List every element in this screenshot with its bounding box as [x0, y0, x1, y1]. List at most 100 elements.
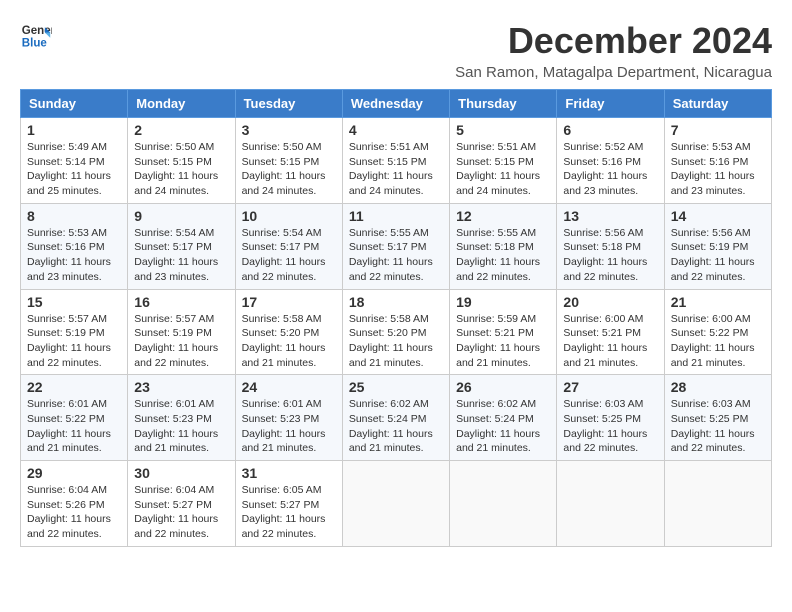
day-number: 17 — [242, 294, 336, 310]
day-number: 16 — [134, 294, 228, 310]
column-header-friday: Friday — [557, 90, 664, 118]
day-detail: Sunrise: 5:50 AM Sunset: 5:15 PM Dayligh… — [242, 140, 336, 199]
calendar-week-row: 8 Sunrise: 5:53 AM Sunset: 5:16 PM Dayli… — [21, 203, 772, 289]
calendar-cell: 1 Sunrise: 5:49 AM Sunset: 5:14 PM Dayli… — [21, 118, 128, 204]
day-number: 11 — [349, 208, 443, 224]
day-number: 26 — [456, 379, 550, 395]
day-number: 30 — [134, 465, 228, 481]
day-detail: Sunrise: 5:57 AM Sunset: 5:19 PM Dayligh… — [27, 312, 121, 371]
day-number: 8 — [27, 208, 121, 224]
day-number: 9 — [134, 208, 228, 224]
calendar-cell: 5 Sunrise: 5:51 AM Sunset: 5:15 PM Dayli… — [450, 118, 557, 204]
day-number: 10 — [242, 208, 336, 224]
day-detail: Sunrise: 6:01 AM Sunset: 5:23 PM Dayligh… — [134, 397, 228, 456]
day-detail: Sunrise: 5:55 AM Sunset: 5:18 PM Dayligh… — [456, 226, 550, 285]
day-detail: Sunrise: 6:05 AM Sunset: 5:27 PM Dayligh… — [242, 483, 336, 542]
calendar-cell: 14 Sunrise: 5:56 AM Sunset: 5:19 PM Dayl… — [664, 203, 771, 289]
calendar-cell: 12 Sunrise: 5:55 AM Sunset: 5:18 PM Dayl… — [450, 203, 557, 289]
day-number: 14 — [671, 208, 765, 224]
day-number: 12 — [456, 208, 550, 224]
month-title: December 2024 — [455, 20, 772, 62]
day-detail: Sunrise: 5:53 AM Sunset: 5:16 PM Dayligh… — [671, 140, 765, 199]
day-detail: Sunrise: 5:53 AM Sunset: 5:16 PM Dayligh… — [27, 226, 121, 285]
calendar-cell — [664, 461, 771, 547]
day-number: 22 — [27, 379, 121, 395]
day-number: 5 — [456, 122, 550, 138]
column-header-thursday: Thursday — [450, 90, 557, 118]
column-header-sunday: Sunday — [21, 90, 128, 118]
calendar-cell: 30 Sunrise: 6:04 AM Sunset: 5:27 PM Dayl… — [128, 461, 235, 547]
day-number: 29 — [27, 465, 121, 481]
calendar-cell: 16 Sunrise: 5:57 AM Sunset: 5:19 PM Dayl… — [128, 289, 235, 375]
day-number: 28 — [671, 379, 765, 395]
calendar-cell: 2 Sunrise: 5:50 AM Sunset: 5:15 PM Dayli… — [128, 118, 235, 204]
day-detail: Sunrise: 6:04 AM Sunset: 5:27 PM Dayligh… — [134, 483, 228, 542]
day-detail: Sunrise: 5:58 AM Sunset: 5:20 PM Dayligh… — [349, 312, 443, 371]
calendar-cell: 15 Sunrise: 5:57 AM Sunset: 5:19 PM Dayl… — [21, 289, 128, 375]
logo-icon: General Blue — [20, 20, 52, 52]
day-detail: Sunrise: 5:55 AM Sunset: 5:17 PM Dayligh… — [349, 226, 443, 285]
calendar-cell: 29 Sunrise: 6:04 AM Sunset: 5:26 PM Dayl… — [21, 461, 128, 547]
calendar-cell: 9 Sunrise: 5:54 AM Sunset: 5:17 PM Dayli… — [128, 203, 235, 289]
day-detail: Sunrise: 6:01 AM Sunset: 5:22 PM Dayligh… — [27, 397, 121, 456]
calendar-cell: 19 Sunrise: 5:59 AM Sunset: 5:21 PM Dayl… — [450, 289, 557, 375]
header: General Blue December 2024 San Ramon, Ma… — [20, 20, 772, 81]
day-detail: Sunrise: 6:03 AM Sunset: 5:25 PM Dayligh… — [563, 397, 657, 456]
day-detail: Sunrise: 5:54 AM Sunset: 5:17 PM Dayligh… — [134, 226, 228, 285]
calendar-cell: 3 Sunrise: 5:50 AM Sunset: 5:15 PM Dayli… — [235, 118, 342, 204]
day-number: 3 — [242, 122, 336, 138]
day-detail: Sunrise: 6:02 AM Sunset: 5:24 PM Dayligh… — [456, 397, 550, 456]
calendar-cell: 7 Sunrise: 5:53 AM Sunset: 5:16 PM Dayli… — [664, 118, 771, 204]
column-header-saturday: Saturday — [664, 90, 771, 118]
calendar: SundayMondayTuesdayWednesdayThursdayFrid… — [20, 89, 772, 547]
day-detail: Sunrise: 6:00 AM Sunset: 5:21 PM Dayligh… — [563, 312, 657, 371]
day-detail: Sunrise: 5:56 AM Sunset: 5:19 PM Dayligh… — [671, 226, 765, 285]
svg-text:Blue: Blue — [22, 38, 48, 50]
title-area: December 2024 San Ramon, Matagalpa Depar… — [455, 20, 772, 81]
day-number: 7 — [671, 122, 765, 138]
column-header-tuesday: Tuesday — [235, 90, 342, 118]
location-title: San Ramon, Matagalpa Department, Nicarag… — [455, 64, 772, 81]
day-detail: Sunrise: 5:57 AM Sunset: 5:19 PM Dayligh… — [134, 312, 228, 371]
calendar-cell — [342, 461, 449, 547]
day-number: 27 — [563, 379, 657, 395]
calendar-cell: 21 Sunrise: 6:00 AM Sunset: 5:22 PM Dayl… — [664, 289, 771, 375]
calendar-cell: 4 Sunrise: 5:51 AM Sunset: 5:15 PM Dayli… — [342, 118, 449, 204]
calendar-week-row: 15 Sunrise: 5:57 AM Sunset: 5:19 PM Dayl… — [21, 289, 772, 375]
calendar-week-row: 29 Sunrise: 6:04 AM Sunset: 5:26 PM Dayl… — [21, 461, 772, 547]
day-number: 20 — [563, 294, 657, 310]
calendar-body: 1 Sunrise: 5:49 AM Sunset: 5:14 PM Dayli… — [21, 118, 772, 547]
calendar-cell: 18 Sunrise: 5:58 AM Sunset: 5:20 PM Dayl… — [342, 289, 449, 375]
day-number: 4 — [349, 122, 443, 138]
calendar-cell — [450, 461, 557, 547]
day-detail: Sunrise: 5:56 AM Sunset: 5:18 PM Dayligh… — [563, 226, 657, 285]
calendar-cell: 26 Sunrise: 6:02 AM Sunset: 5:24 PM Dayl… — [450, 375, 557, 461]
calendar-cell: 25 Sunrise: 6:02 AM Sunset: 5:24 PM Dayl… — [342, 375, 449, 461]
calendar-cell: 17 Sunrise: 5:58 AM Sunset: 5:20 PM Dayl… — [235, 289, 342, 375]
calendar-cell: 31 Sunrise: 6:05 AM Sunset: 5:27 PM Dayl… — [235, 461, 342, 547]
day-detail: Sunrise: 6:02 AM Sunset: 5:24 PM Dayligh… — [349, 397, 443, 456]
day-detail: Sunrise: 6:04 AM Sunset: 5:26 PM Dayligh… — [27, 483, 121, 542]
calendar-cell: 6 Sunrise: 5:52 AM Sunset: 5:16 PM Dayli… — [557, 118, 664, 204]
calendar-cell: 10 Sunrise: 5:54 AM Sunset: 5:17 PM Dayl… — [235, 203, 342, 289]
calendar-cell: 13 Sunrise: 5:56 AM Sunset: 5:18 PM Dayl… — [557, 203, 664, 289]
day-number: 21 — [671, 294, 765, 310]
day-detail: Sunrise: 5:49 AM Sunset: 5:14 PM Dayligh… — [27, 140, 121, 199]
day-detail: Sunrise: 6:00 AM Sunset: 5:22 PM Dayligh… — [671, 312, 765, 371]
day-number: 31 — [242, 465, 336, 481]
day-detail: Sunrise: 6:01 AM Sunset: 5:23 PM Dayligh… — [242, 397, 336, 456]
day-detail: Sunrise: 5:51 AM Sunset: 5:15 PM Dayligh… — [456, 140, 550, 199]
calendar-cell: 20 Sunrise: 6:00 AM Sunset: 5:21 PM Dayl… — [557, 289, 664, 375]
day-number: 18 — [349, 294, 443, 310]
column-header-monday: Monday — [128, 90, 235, 118]
calendar-cell: 23 Sunrise: 6:01 AM Sunset: 5:23 PM Dayl… — [128, 375, 235, 461]
day-detail: Sunrise: 5:54 AM Sunset: 5:17 PM Dayligh… — [242, 226, 336, 285]
calendar-cell: 24 Sunrise: 6:01 AM Sunset: 5:23 PM Dayl… — [235, 375, 342, 461]
calendar-cell: 27 Sunrise: 6:03 AM Sunset: 5:25 PM Dayl… — [557, 375, 664, 461]
calendar-week-row: 22 Sunrise: 6:01 AM Sunset: 5:22 PM Dayl… — [21, 375, 772, 461]
day-detail: Sunrise: 5:58 AM Sunset: 5:20 PM Dayligh… — [242, 312, 336, 371]
day-number: 25 — [349, 379, 443, 395]
calendar-cell: 28 Sunrise: 6:03 AM Sunset: 5:25 PM Dayl… — [664, 375, 771, 461]
day-detail: Sunrise: 5:59 AM Sunset: 5:21 PM Dayligh… — [456, 312, 550, 371]
day-number: 23 — [134, 379, 228, 395]
